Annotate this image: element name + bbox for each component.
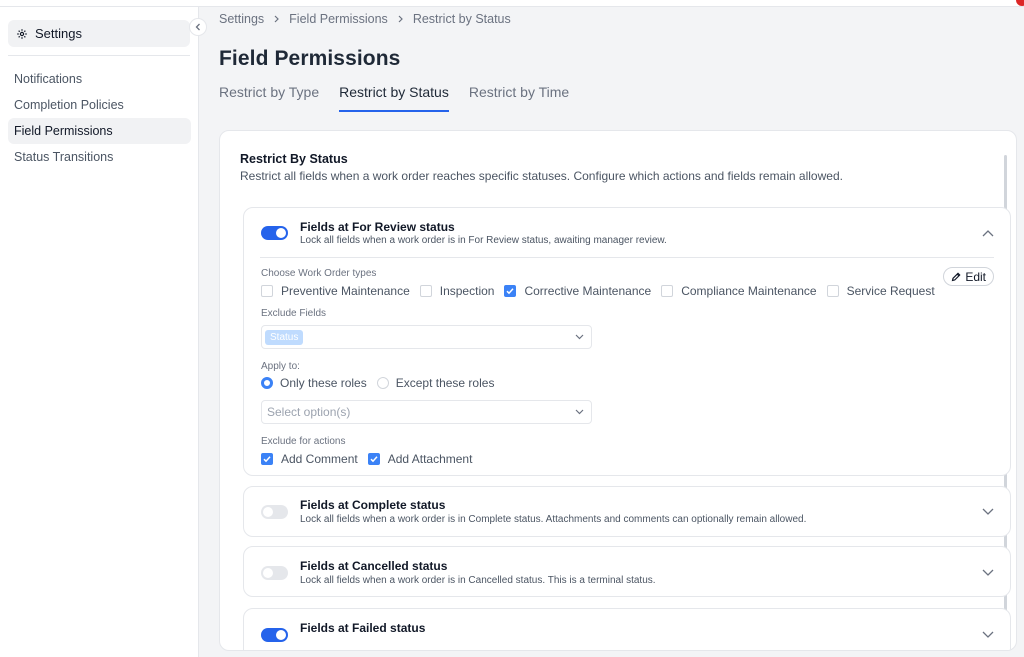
breadcrumb-restrict-by-status: Restrict by Status: [412, 12, 511, 26]
option-label: Preventive Maintenance: [281, 284, 410, 298]
option-label: Service Request: [846, 284, 935, 298]
check-icon: [263, 456, 271, 463]
settings-header-label: Settings: [35, 26, 82, 41]
main-content: Settings Field Permissions Restrict by S…: [199, 7, 1024, 657]
checkbox-checked[interactable]: [261, 453, 273, 465]
roles-select-placeholder: Select option(s): [267, 405, 351, 419]
exclude-actions-options: Add Comment Add Attachment: [261, 452, 482, 466]
type-option-service-request[interactable]: Service Request: [826, 284, 935, 298]
cancelled-toggle[interactable]: [261, 566, 288, 580]
checkbox[interactable]: [261, 285, 273, 297]
panel-description: Lock all fields when a work order is in …: [300, 514, 807, 525]
toggle-knob: [276, 228, 286, 238]
complete-toggle[interactable]: [261, 505, 288, 519]
roles-select[interactable]: Select option(s): [261, 400, 592, 424]
sidebar-item-status-transitions[interactable]: Status Transitions: [8, 144, 191, 170]
toggle-knob: [263, 568, 273, 578]
work-order-types-options: Preventive Maintenance Inspection Correc…: [261, 284, 945, 298]
status-panel-for-review: Fields at For Review status Lock all fie…: [243, 207, 1011, 476]
settings-sidebar: Settings Notifications Completion Polici…: [0, 7, 199, 657]
chevron-down-icon[interactable]: [982, 508, 994, 516]
page-title: Field Permissions: [219, 47, 401, 70]
tab-restrict-by-status[interactable]: Restrict by Status: [339, 84, 449, 112]
gear-icon: [17, 28, 27, 39]
option-label: Compliance Maintenance: [681, 284, 817, 298]
chevron-down-icon[interactable]: [982, 569, 994, 577]
failed-toggle[interactable]: [261, 628, 288, 642]
option-label: Add Attachment: [387, 452, 473, 466]
option-label: Add Comment: [281, 452, 358, 466]
breadcrumb-settings[interactable]: Settings: [219, 12, 264, 26]
option-label: Inspection: [439, 284, 495, 298]
option-label: Except these roles: [395, 376, 495, 390]
section-title: Restrict By Status: [240, 152, 348, 166]
notification-badge[interactable]: [1016, 0, 1024, 6]
exclude-fields-label: Exclude Fields: [261, 308, 327, 319]
restrict-by-status-card: Restrict By Status Restrict all fields w…: [219, 130, 1017, 651]
panel-divider: [260, 257, 994, 258]
status-panel-failed[interactable]: Fields at Failed status: [243, 608, 1011, 650]
collapse-sidebar-button[interactable]: [189, 18, 207, 36]
checkbox-checked[interactable]: [504, 285, 517, 297]
settings-nav: Notifications Completion Policies Field …: [8, 66, 191, 170]
check-icon: [370, 456, 378, 463]
breadcrumb-field-permissions[interactable]: Field Permissions: [289, 12, 388, 26]
chevron-right-icon: [397, 15, 404, 23]
action-add-comment[interactable]: Add Comment: [261, 452, 358, 466]
radio-except-these-roles[interactable]: Except these roles: [376, 376, 495, 390]
exclude-fields-select[interactable]: Status: [261, 325, 592, 349]
option-label: Corrective Maintenance: [524, 284, 652, 298]
panel-title: Fields at Failed status: [300, 621, 426, 635]
checkbox[interactable]: [661, 285, 674, 297]
sidebar-item-completion-policies[interactable]: Completion Policies: [8, 92, 191, 118]
apply-to-options: Only these roles Except these roles: [261, 376, 504, 390]
check-icon: [506, 288, 515, 295]
status-panel-cancelled[interactable]: Fields at Cancelled status Lock all fiel…: [243, 546, 1011, 597]
panel-title: Fields at Cancelled status: [300, 559, 448, 573]
edit-button-label: Edit: [965, 269, 986, 284]
toggle-knob: [276, 630, 286, 640]
for-review-toggle[interactable]: [261, 226, 288, 240]
option-label: Only these roles: [280, 376, 367, 390]
chevron-left-icon: [195, 23, 200, 31]
sidebar-divider: [8, 55, 190, 56]
checkbox-checked[interactable]: [367, 453, 380, 465]
chevron-down-icon: [575, 409, 584, 415]
radio-only-these-roles[interactable]: Only these roles: [261, 376, 367, 390]
radio-checked[interactable]: [261, 377, 273, 389]
toggle-knob: [263, 507, 273, 517]
action-add-attachment[interactable]: Add Attachment: [367, 452, 473, 466]
sidebar-item-field-permissions[interactable]: Field Permissions: [8, 118, 191, 144]
breadcrumb: Settings Field Permissions Restrict by S…: [219, 12, 511, 26]
pencil-icon: [952, 271, 961, 281]
panel-description: Lock all fields when a work order is in …: [300, 575, 656, 586]
type-option-inspection[interactable]: Inspection: [419, 284, 495, 298]
section-description: Restrict all fields when a work order re…: [240, 169, 843, 183]
panel-title: Fields at Complete status: [300, 498, 446, 512]
chevron-down-icon: [575, 334, 584, 340]
chevron-up-icon[interactable]: [982, 229, 994, 237]
type-option-corrective[interactable]: Corrective Maintenance: [504, 284, 651, 298]
type-option-compliance[interactable]: Compliance Maintenance: [661, 284, 817, 298]
apply-to-label: Apply to:: [261, 361, 300, 372]
checkbox[interactable]: [826, 285, 839, 297]
tab-bar: Restrict by Type Restrict by Status Rest…: [219, 84, 569, 112]
exclude-field-tag-status: Status: [265, 329, 304, 345]
panel-title: Fields at For Review status: [300, 220, 455, 234]
tab-restrict-by-time[interactable]: Restrict by Time: [469, 84, 569, 112]
top-bar: [0, 0, 1024, 7]
exclude-actions-label: Exclude for actions: [261, 436, 346, 447]
tab-restrict-by-type[interactable]: Restrict by Type: [219, 84, 319, 112]
work-order-types-label: Choose Work Order types: [261, 268, 377, 279]
radio[interactable]: [376, 377, 389, 389]
chevron-down-icon[interactable]: [982, 631, 994, 639]
status-panel-complete[interactable]: Fields at Complete status Lock all field…: [243, 486, 1011, 537]
chevron-right-icon: [273, 15, 280, 23]
type-option-preventive[interactable]: Preventive Maintenance: [261, 284, 410, 298]
panel-description: Lock all fields when a work order is in …: [300, 235, 667, 246]
edit-button[interactable]: Edit: [943, 267, 994, 286]
checkbox[interactable]: [419, 285, 432, 297]
settings-header[interactable]: Settings: [8, 20, 190, 47]
sidebar-item-notifications[interactable]: Notifications: [8, 66, 191, 92]
